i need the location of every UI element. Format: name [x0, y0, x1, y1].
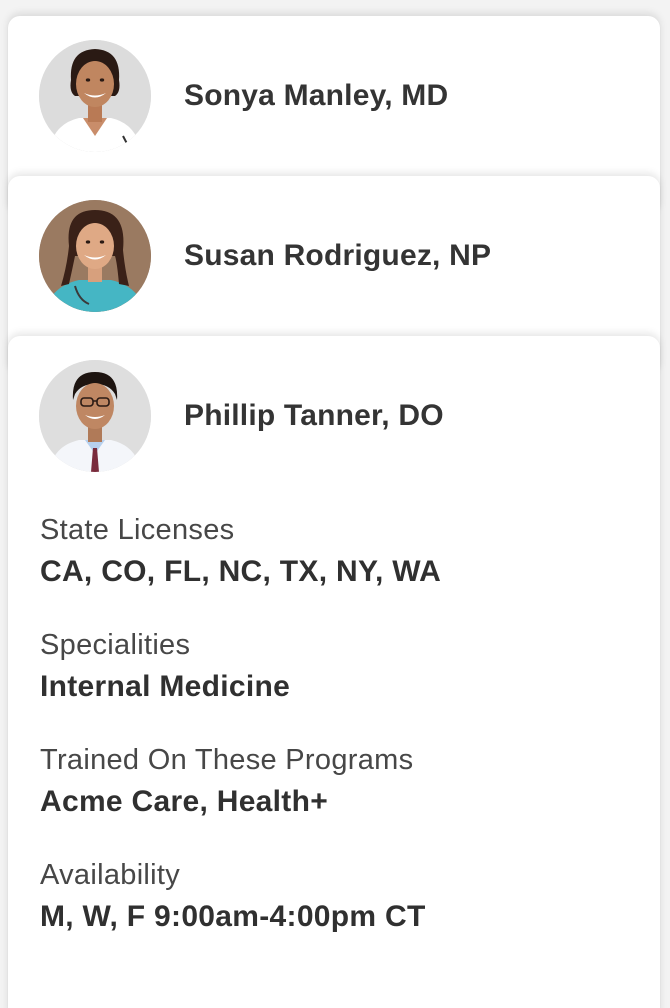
provider-card-phillip[interactable]: Phillip Tanner, DO State Licenses CA, CO…	[8, 336, 660, 1008]
provider-card-header[interactable]: Sonya Manley, MD	[8, 16, 660, 176]
provider-avatar-icon	[39, 360, 151, 472]
provider-avatar-icon	[39, 200, 151, 312]
doctor-avatar-phillip-icon	[39, 360, 151, 472]
provider-avatar-icon	[39, 40, 151, 152]
provider-name: Sonya Manley, MD	[184, 79, 449, 112]
doctor-avatar-sonya-icon	[39, 40, 151, 152]
detail-value: M, W, F 9:00am-4:00pm CT	[40, 900, 426, 933]
provider-card-header[interactable]: Phillip Tanner, DO	[8, 336, 660, 496]
detail-specialities: Specialities Internal Medicine	[40, 625, 660, 709]
provider-name: Phillip Tanner, DO	[184, 399, 444, 432]
detail-label: Trained On These Programs	[40, 744, 414, 776]
provider-name: Susan Rodriguez, NP	[184, 239, 492, 272]
detail-value: Internal Medicine	[40, 670, 291, 703]
detail-value: CA, CO, FL, NC, TX, NY, WA	[40, 555, 442, 588]
detail-availability: Availability M, W, F 9:00am-4:00pm CT	[40, 855, 660, 939]
nurse-avatar-susan-icon	[39, 200, 151, 312]
detail-state-licenses: State Licenses CA, CO, FL, NC, TX, NY, W…	[40, 510, 660, 594]
detail-value: Acme Care, Health+	[40, 785, 329, 818]
detail-trained-programs: Trained On These Programs Acme Care, Hea…	[40, 740, 660, 824]
provider-details: State Licenses CA, CO, FL, NC, TX, NY, W…	[8, 496, 660, 939]
provider-card-header[interactable]: Susan Rodriguez, NP	[8, 176, 660, 336]
detail-label: Specialities	[40, 629, 191, 661]
detail-label: Availability	[40, 859, 181, 891]
detail-label: State Licenses	[40, 514, 235, 546]
provider-card-stack: Sonya Manley, MD Susan Rodriguez, NP Phi…	[0, 0, 670, 1008]
